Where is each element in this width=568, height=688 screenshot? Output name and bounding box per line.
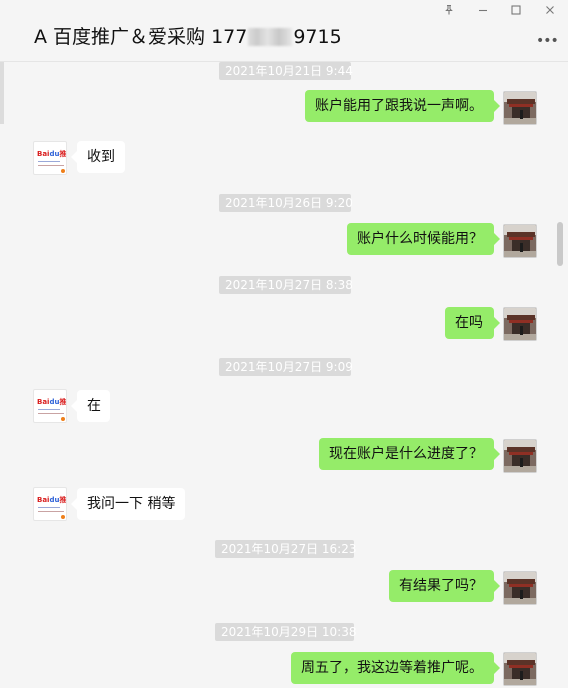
chat-title: A 百度推广＆爱采购 177 9715 bbox=[34, 25, 342, 49]
message-bubble-outgoing[interactable]: 周五了，我这边等着推广呢。 bbox=[291, 652, 500, 684]
pin-icon[interactable] bbox=[441, 4, 457, 20]
status-dot-icon bbox=[60, 514, 66, 520]
message-bubble-incoming[interactable]: 在 bbox=[71, 390, 110, 422]
message-bubble-outgoing[interactable]: 有结果了吗？ bbox=[389, 570, 500, 602]
logo-line-icon bbox=[38, 507, 60, 508]
baidu-logo-icon: Baidu推广 bbox=[37, 150, 67, 158]
message-bubble-outgoing[interactable]: 账户什么时候能用？ bbox=[347, 223, 500, 255]
avatar-self[interactable] bbox=[503, 307, 537, 341]
timestamp: 2021年10月27日 9:09 bbox=[219, 358, 353, 376]
avatar-contact[interactable]: Baidu推广 bbox=[33, 141, 67, 175]
message-list: 2021年10月21日 9:44 账户能用了跟我说一声啊。 收到 2021年10… bbox=[0, 62, 568, 688]
logo-line-icon bbox=[38, 161, 60, 162]
message-bubble-incoming[interactable]: 我问一下 稍等 bbox=[71, 488, 185, 520]
chat-title-suffix: 9715 bbox=[293, 26, 342, 48]
avatar-self[interactable] bbox=[503, 91, 537, 125]
redacted-phone-segment bbox=[248, 28, 293, 46]
timestamp: 2021年10月26日 9:20 bbox=[219, 194, 353, 212]
message-bubble-outgoing[interactable]: 在吗 bbox=[445, 307, 500, 339]
avatar-self[interactable] bbox=[503, 652, 537, 686]
logo-line-icon bbox=[38, 409, 60, 410]
close-icon[interactable] bbox=[542, 4, 558, 20]
logo-line-icon bbox=[38, 511, 64, 512]
timestamp: 2021年10月27日 16:23 bbox=[215, 540, 356, 558]
more-icon[interactable]: ••• bbox=[536, 32, 559, 50]
message-bubble-outgoing[interactable]: 现在账户是什么进度了？ bbox=[319, 438, 500, 470]
avatar-self[interactable] bbox=[503, 439, 537, 473]
status-dot-icon bbox=[60, 168, 66, 174]
chat-title-prefix: A 百度推广＆爱采购 177 bbox=[34, 26, 248, 48]
timestamp: 2021年10月27日 8:38 bbox=[219, 276, 353, 294]
avatar-contact[interactable]: Baidu推广 bbox=[33, 487, 67, 521]
message-bubble-incoming[interactable]: 收到 bbox=[71, 141, 125, 173]
baidu-logo-icon: Baidu推广 bbox=[37, 496, 67, 504]
chat-window: A 百度推广＆爱采购 177 9715 ••• 2021年10月21日 9:44 … bbox=[0, 0, 568, 688]
timestamp: 2021年10月21日 9:44 bbox=[219, 62, 353, 80]
avatar-self[interactable] bbox=[503, 224, 537, 258]
title-bar: A 百度推广＆爱采购 177 9715 ••• bbox=[0, 0, 568, 62]
avatar-contact[interactable]: Baidu推广 bbox=[33, 389, 67, 423]
scrollbar-thumb[interactable] bbox=[557, 222, 563, 266]
message-bubble-outgoing[interactable]: 账户能用了跟我说一声啊。 bbox=[305, 90, 500, 122]
logo-line-icon bbox=[38, 413, 64, 414]
baidu-logo-icon: Baidu推广 bbox=[37, 398, 67, 406]
maximize-icon[interactable] bbox=[508, 4, 524, 20]
status-dot-icon bbox=[60, 416, 66, 422]
timestamp: 2021年10月29日 10:38 bbox=[215, 623, 356, 641]
minimize-icon[interactable] bbox=[475, 4, 491, 20]
avatar-self[interactable] bbox=[503, 571, 537, 605]
logo-line-icon bbox=[38, 165, 64, 166]
